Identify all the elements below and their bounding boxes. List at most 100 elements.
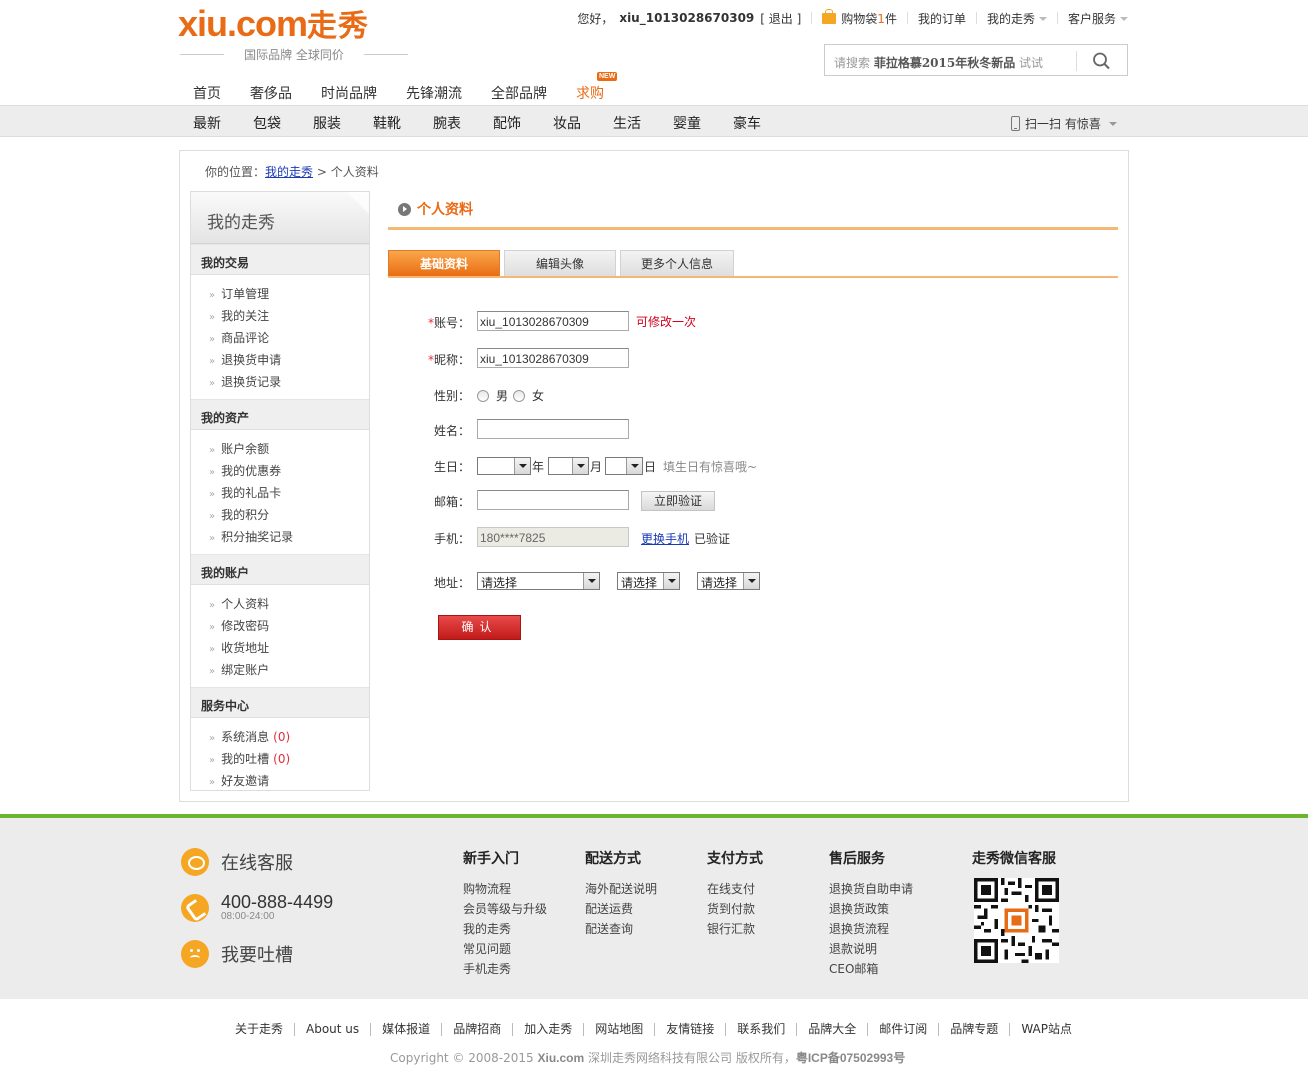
complaint-link[interactable]: 我要吐槽 — [181, 940, 293, 968]
footer-link[interactable]: 配送查询 — [585, 919, 657, 939]
footer-bottom-link[interactable]: 邮件订阅 — [867, 1023, 938, 1036]
footer-bottom-link[interactable]: WAP站点 — [1009, 1023, 1083, 1036]
breadcrumb-link-my-xiu[interactable]: 我的走秀 — [265, 165, 313, 179]
tab-more-info[interactable]: 更多个人信息 — [620, 250, 734, 276]
birthday-month-select[interactable] — [548, 457, 589, 475]
account-note: 可修改一次 — [636, 315, 697, 329]
nav-home[interactable]: 首页 — [193, 83, 221, 102]
tab-edit-avatar[interactable]: 编辑头像 — [504, 250, 616, 276]
sidebar-item-password[interactable]: » 修改密码 — [209, 615, 369, 637]
footer-column-title: 配送方式 — [585, 851, 641, 867]
sidebar-item-invite[interactable]: » 好友邀请 — [209, 770, 369, 792]
category-item[interactable]: 生活 — [613, 113, 641, 133]
footer-link[interactable]: 在线支付 — [707, 879, 763, 899]
birthday-day-select[interactable] — [605, 457, 643, 475]
footer-bottom-link[interactable]: 品牌招商 — [441, 1023, 512, 1036]
sidebar-item-gift-cards[interactable]: » 我的礼品卡 — [209, 482, 369, 504]
footer-link[interactable]: 海外配送说明 — [585, 879, 657, 899]
footer-bottom-link[interactable]: 品牌专题 — [938, 1023, 1009, 1036]
footer-bottom-link[interactable]: 关于走秀 — [235, 1023, 294, 1036]
logout-link[interactable]: [ 退出 ] — [760, 10, 801, 27]
nickname-label: *昵称： — [427, 353, 470, 367]
sidebar-item-return-history[interactable]: » 退换货记录 — [209, 371, 369, 393]
sidebar-item-return-request[interactable]: » 退换货申请 — [209, 349, 369, 371]
nav-request[interactable]: 求购 NEW — [576, 72, 618, 102]
footer-bottom-link[interactable]: About us — [294, 1023, 370, 1036]
sidebar-item-orders[interactable]: » 订单管理 — [209, 283, 369, 305]
footer-link[interactable]: 退款说明 — [829, 939, 913, 959]
footer-bottom-link[interactable]: 友情链接 — [654, 1023, 725, 1036]
nickname-field[interactable]: xiu_1013028670309 — [477, 348, 629, 368]
category-item[interactable]: 最新 — [193, 113, 221, 133]
sidebar-item-favorites[interactable]: » 我的关注 — [209, 305, 369, 327]
account-field[interactable]: xiu_1013028670309 — [477, 311, 629, 331]
gender-female-radio[interactable] — [513, 390, 525, 402]
search-button[interactable] — [1077, 45, 1127, 75]
hotline-number: 400-888-4499 — [221, 892, 334, 912]
my-xiu-menu[interactable]: 我的走秀 — [987, 10, 1047, 27]
feedback-count: (0) — [273, 752, 291, 766]
tab-basic-info[interactable]: 基础资料 — [388, 250, 500, 276]
cart-link[interactable]: 购物袋1件 — [841, 10, 897, 27]
search-box[interactable]: 请搜索 菲拉格慕2015年秋冬新品 试试 — [824, 44, 1128, 76]
change-phone-link[interactable]: 更换手机 — [641, 530, 689, 547]
category-item[interactable]: 妆品 — [553, 113, 581, 133]
chevron-down-icon — [626, 458, 642, 474]
name-field[interactable] — [477, 419, 629, 439]
sidebar-item-lottery[interactable]: » 积分抽奖记录 — [209, 526, 369, 548]
birthday-year-select[interactable] — [477, 457, 531, 475]
footer-link[interactable]: 货到付款 — [707, 899, 763, 919]
online-service[interactable]: 在线客服 — [181, 848, 293, 876]
my-orders-link[interactable]: 我的订单 — [918, 10, 966, 27]
footer-bottom-link[interactable]: 媒体报道 — [370, 1023, 441, 1036]
footer-link[interactable]: 手机走秀 — [463, 959, 547, 979]
search-input[interactable]: 请搜索 菲拉格慕2015年秋冬新品 试试 — [834, 54, 1043, 71]
footer-link[interactable]: 会员等级与升级 — [463, 899, 547, 919]
sidebar-item-messages[interactable]: » 系统消息 (0) — [209, 726, 369, 748]
province-select[interactable]: 请选择 — [477, 572, 600, 590]
sidebar-item-profile[interactable]: » 个人资料 — [209, 593, 369, 615]
logo[interactable]: xiu.com走秀 国际品牌 全球同价 — [178, 6, 410, 66]
footer-link[interactable]: 退换货流程 — [829, 919, 913, 939]
email-field[interactable] — [477, 490, 629, 510]
category-item[interactable]: 配饰 — [493, 113, 521, 133]
nav-trend[interactable]: 先锋潮流 — [406, 83, 462, 102]
nav-all-brands[interactable]: 全部品牌 — [491, 83, 547, 102]
sidebar-item-address[interactable]: » 收货地址 — [209, 637, 369, 659]
sidebar-item-points[interactable]: » 我的积分 — [209, 504, 369, 526]
nav-luxury[interactable]: 奢侈品 — [250, 83, 292, 102]
top-user-bar: 您好， xiu_1013028670309 [ 退出 ] 购物袋1件 我的订单 … — [577, 8, 1128, 27]
customer-service-menu[interactable]: 客户服务 — [1068, 10, 1128, 27]
scan-qr-menu[interactable]: 扫一扫 有惊喜 — [1011, 115, 1117, 132]
footer-link[interactable]: 我的走秀 — [463, 919, 547, 939]
category-item[interactable]: 婴童 — [673, 113, 701, 133]
nav-fashion-brands[interactable]: 时尚品牌 — [321, 83, 377, 102]
sidebar-item-bind-account[interactable]: » 绑定账户 — [209, 659, 369, 681]
category-item[interactable]: 腕表 — [433, 113, 461, 133]
sidebar-item-feedback[interactable]: » 我的吐槽 (0) — [209, 748, 369, 770]
category-item[interactable]: 包袋 — [253, 113, 281, 133]
footer-link[interactable]: 购物流程 — [463, 879, 547, 899]
sidebar-item-reviews[interactable]: » 商品评论 — [209, 327, 369, 349]
city-select[interactable]: 请选择 — [617, 572, 680, 590]
footer-link[interactable]: 退换货自助申请 — [829, 879, 913, 899]
verify-email-button[interactable]: 立即验证 — [641, 491, 715, 511]
footer-bottom-link[interactable]: 加入走秀 — [512, 1023, 583, 1036]
category-item[interactable]: 服装 — [313, 113, 341, 133]
footer-link[interactable]: 配送运费 — [585, 899, 657, 919]
category-item[interactable]: 鞋靴 — [373, 113, 401, 133]
footer-link[interactable]: 常见问题 — [463, 939, 547, 959]
footer-link[interactable]: 银行汇款 — [707, 919, 763, 939]
footer-bottom-link[interactable]: 网站地图 — [583, 1023, 654, 1036]
footer-bottom-link[interactable]: 品牌大全 — [796, 1023, 867, 1036]
phone-verified-status: 已验证 — [694, 532, 731, 546]
sidebar-item-balance[interactable]: » 账户余额 — [209, 438, 369, 460]
sidebar-item-coupons[interactable]: » 我的优惠券 — [209, 460, 369, 482]
category-item[interactable]: 豪车 — [733, 113, 761, 133]
footer-link[interactable]: 退换货政策 — [829, 899, 913, 919]
footer-bottom-link[interactable]: 联系我们 — [725, 1023, 796, 1036]
footer-link[interactable]: CEO邮箱 — [829, 959, 913, 979]
district-select[interactable]: 请选择 — [697, 572, 760, 590]
gender-male-radio[interactable] — [477, 390, 489, 402]
confirm-button[interactable]: 确认 — [438, 615, 521, 640]
